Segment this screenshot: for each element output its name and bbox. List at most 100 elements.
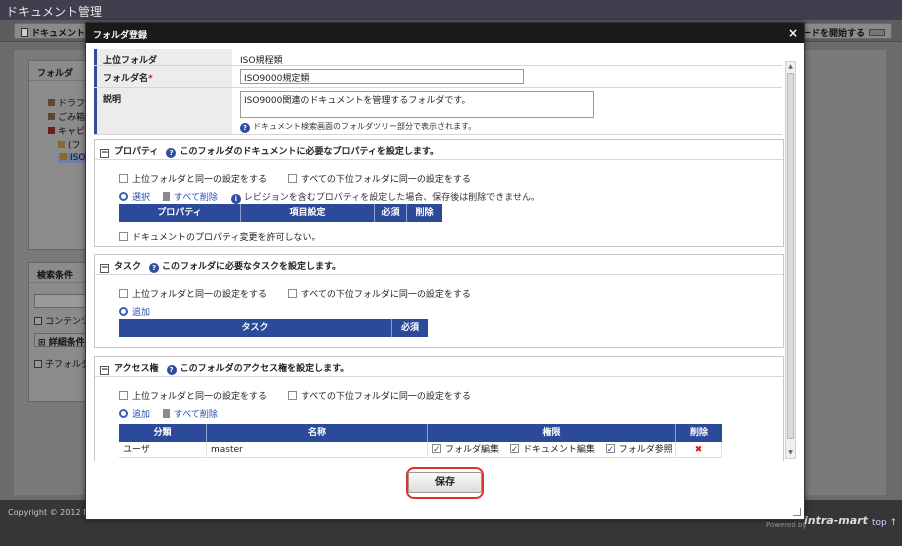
checkbox-label: すべての下位フォルダに同一の設定をする <box>300 392 471 402</box>
collapse-icon[interactable]: − <box>100 366 109 375</box>
start-mode-button[interactable]: ードを開始する <box>795 23 893 39</box>
perm-folder-edit-checkbox[interactable]: フォルダ編集 <box>432 442 500 458</box>
checkbox-box <box>34 360 42 368</box>
property-section-header: − プロパティ ? このフォルダのドキュメントに必要なプロパティを設定します。 <box>95 140 783 160</box>
checkbox-box <box>119 289 128 298</box>
tree-item-label: キャビ <box>58 127 86 137</box>
app-titlebar: ドキュメント管理 <box>0 0 902 20</box>
description-help-text: ドキュメント検索画面のフォルダツリー部分で表示されます。 <box>253 122 477 131</box>
content-checkbox-label: コンテンツ <box>45 317 91 327</box>
task-help-text: このフォルダに必要なタスクを設定します。 <box>162 262 342 272</box>
save-button[interactable]: 保存 <box>408 472 482 493</box>
start-mode-label: ードを開始する <box>802 29 866 39</box>
dialog-scroll-area[interactable]: 上位フォルダ ISO規程類 フォルダ名* ISO9000規定類 説明 ISO90… <box>94 49 784 461</box>
scroll-up-icon[interactable]: ▲ <box>787 63 794 71</box>
access-actions: 追加 すべて削除 <box>119 407 228 420</box>
access-delete-all-link[interactable]: すべて削除 <box>162 409 218 420</box>
perm-doc-edit-checkbox[interactable]: ドキュメント編集 <box>509 442 595 458</box>
dialog-header: フォルダ登録 × <box>86 23 804 43</box>
folder-icon <box>48 99 55 106</box>
task-section-help: ? このフォルダに必要なタスクを設定します。 <box>149 262 342 273</box>
folder-name-label-cell: フォルダ名* <box>94 66 232 87</box>
access-table-header: 分類 名称 権限 削除 <box>119 424 722 442</box>
tree-item-iso[interactable]: ISO <box>58 153 88 163</box>
magnifier-icon <box>119 307 128 316</box>
property-section-title: プロパティ <box>114 147 159 157</box>
folder-name-input[interactable]: ISO9000規定類 <box>240 69 524 84</box>
subfolder-checkbox[interactable]: 子フォルダ <box>34 357 90 370</box>
toggle-switch-icon <box>869 29 886 36</box>
perm-folder-view-checkbox[interactable]: フォルダ参照 <box>605 442 673 458</box>
checkbox-label: フォルダ編集 <box>445 445 500 455</box>
row-name: master <box>207 442 428 457</box>
column-header: 削除 <box>415 208 434 218</box>
subfolder-checkbox-label: 子フォルダ <box>45 360 91 370</box>
tree-item-trash[interactable]: ごみ箱 <box>48 110 85 123</box>
folder-icon <box>60 153 67 160</box>
access-same-as-parent-checkbox[interactable]: 上位フォルダと同一の設定をする <box>119 391 267 402</box>
property-section-help: ? このフォルダのドキュメントに必要なプロパティを設定します。 <box>166 147 439 158</box>
property-delete-all-link[interactable]: すべて削除 <box>162 192 218 203</box>
trash-icon <box>162 192 170 201</box>
property-section: − プロパティ ? このフォルダのドキュメントに必要なプロパティを設定します。 上位フ… <box>94 139 784 247</box>
checkbox-box <box>605 442 615 458</box>
brand-logo: intra-mart <box>804 514 868 527</box>
help-icon: ? <box>166 148 177 158</box>
collapse-icon[interactable]: − <box>100 264 109 273</box>
resize-grip-icon[interactable] <box>793 508 801 516</box>
tree-item-cabinet[interactable]: キャビ <box>48 124 85 137</box>
close-icon[interactable]: × <box>788 26 798 40</box>
scrollbar-thumb[interactable] <box>787 73 794 439</box>
description-label: 説明 <box>94 88 232 134</box>
checkbox-box <box>432 442 441 458</box>
folder-name-label: フォルダ名 <box>103 74 149 84</box>
access-section-header: − アクセス権 ? このフォルダのアクセス権を設定します。 <box>95 357 783 377</box>
document-icon <box>21 28 28 37</box>
task-same-as-parent-checkbox[interactable]: 上位フォルダと同一の設定をする <box>119 289 268 300</box>
dialog-title: フォルダ登録 <box>93 31 148 41</box>
delete-row-icon[interactable]: ✖ <box>676 442 722 457</box>
checkbox-label: ドキュメントのプロパティ変更を許可しない。 <box>132 233 321 243</box>
column-header: 削除 <box>689 428 708 438</box>
row-permissions: フォルダ編集 ドキュメント編集 フォルダ参照 <box>428 442 676 458</box>
tree-item-folder[interactable]: (フ <box>58 138 81 151</box>
checkbox-box <box>287 174 297 183</box>
property-actions: 選択 すべて削除 i レビジョンを含むプロパティを設定した場合、保存後は削除できま… <box>119 190 540 204</box>
description-row: 説明 ISO9000関連のドキュメントを管理するフォルダです。 ? ドキュメント検… <box>94 88 782 135</box>
content-checkbox[interactable]: コンテンツ <box>34 314 90 327</box>
scroll-down-icon[interactable]: ▼ <box>787 449 794 457</box>
property-select-link[interactable]: 選択 <box>119 192 150 203</box>
access-help-text: このフォルダのアクセス権を設定します。 <box>179 364 350 374</box>
add-link-label: 追加 <box>132 308 151 318</box>
tree-item-label: (フ <box>68 141 81 151</box>
property-same-for-children-checkbox[interactable]: すべての下位フォルダに同一の設定をする <box>287 174 471 185</box>
checkbox-label: 上位フォルダと同一の設定をする <box>132 290 268 300</box>
collapse-icon[interactable]: − <box>100 149 109 158</box>
folder-icon <box>58 141 65 148</box>
property-same-as-parent-checkbox[interactable]: 上位フォルダと同一の設定をする <box>119 174 268 185</box>
checkbox-label: 上位フォルダと同一の設定をする <box>132 175 268 185</box>
add-link-label: 追加 <box>132 410 151 420</box>
checkbox-label: フォルダ参照 <box>618 445 673 455</box>
column-header: 名称 <box>207 424 428 442</box>
folder-name-row: フォルダ名* ISO9000規定類 <box>94 66 782 88</box>
description-textarea[interactable]: ISO9000関連のドキュメントを管理するフォルダです。 <box>240 91 594 118</box>
access-add-link[interactable]: 追加 <box>119 409 151 420</box>
table-row: ユーザ master フォルダ編集 ドキュメント編集 フォルダ参照 ✖ <box>119 442 722 458</box>
vertical-scrollbar[interactable]: ▲ ▼ <box>785 61 796 459</box>
access-section-title: アクセス権 <box>114 364 159 374</box>
top-link[interactable]: top ↑ <box>872 518 897 528</box>
column-header: 必須 <box>400 323 419 333</box>
access-same-for-children-checkbox[interactable]: すべての下位フォルダに同一の設定をする <box>287 391 471 402</box>
column-header: 分類 <box>119 424 207 442</box>
detail-conditions-label: 詳細条件 <box>48 338 85 348</box>
column-header: 必須 <box>375 204 407 222</box>
disallow-property-change-checkbox[interactable]: ドキュメントのプロパティ変更を許可しない。 <box>119 230 320 243</box>
magnifier-icon <box>119 409 128 418</box>
cabinet-icon <box>48 127 55 134</box>
task-actions: 追加 <box>119 305 160 318</box>
access-section-help: ? このフォルダのアクセス権を設定します。 <box>166 364 350 375</box>
delete-all-link-label: すべて削除 <box>173 193 218 203</box>
task-same-for-children-checkbox[interactable]: すべての下位フォルダに同一の設定をする <box>287 289 471 300</box>
task-add-link[interactable]: 追加 <box>119 307 151 318</box>
